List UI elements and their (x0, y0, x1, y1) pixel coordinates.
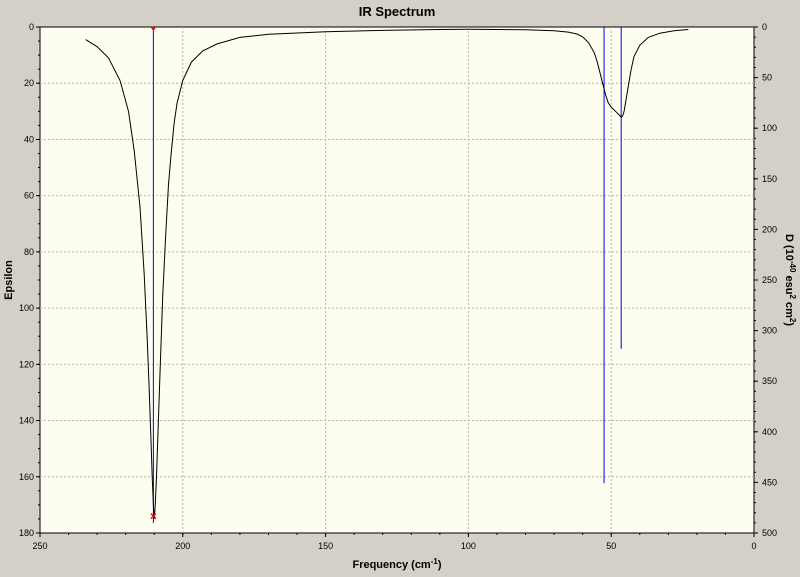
right-tick-label: 50 (762, 73, 772, 83)
left-tick-labels: 0 20 40 60 80 100 120 140 160 180 (19, 22, 34, 538)
x-tick-label: 200 (175, 541, 190, 551)
right-tick-label: 200 (762, 224, 777, 234)
right-tick-label: 150 (762, 174, 777, 184)
left-y-axis-label: Epsilon (3, 260, 15, 300)
right-tick-label: 350 (762, 376, 777, 386)
right-tick-label: 300 (762, 326, 777, 336)
right-tick-labels: 0 50 100 150 200 250 300 350 400 450 500 (762, 22, 777, 538)
x-axis-label: Frequency (cm-1) (352, 557, 441, 571)
right-tick-label: 400 (762, 427, 777, 437)
left-tick-label: 80 (24, 247, 34, 257)
left-tick-label: 20 (24, 78, 34, 88)
ir-spectrum-window: 250 200 150 100 50 0 0 20 40 60 80 100 120 140 160 180… (0, 0, 800, 577)
x-tick-labels: 250 200 150 100 50 0 (32, 541, 756, 551)
left-tick-label: 180 (19, 528, 34, 538)
plot-area (39, 26, 755, 534)
right-tick-label: 250 (762, 275, 777, 285)
x-tick-label: 0 (751, 541, 756, 551)
chart-title: IR Spectrum (359, 4, 436, 19)
left-tick-label: 160 (19, 472, 34, 482)
right-tick-label: 500 (762, 528, 777, 538)
left-tick-label: 0 (29, 22, 34, 32)
x-tick-label: 250 (32, 541, 47, 551)
left-tick-label: 120 (19, 359, 34, 369)
right-tick-label: 450 (762, 477, 777, 487)
ir-spectrum-chart: 250 200 150 100 50 0 020406080100120140160180… (3, 4, 797, 571)
left-tick-label: 100 (19, 303, 34, 313)
x-tick-label: 50 (606, 541, 616, 551)
left-tick-label: 40 (24, 134, 34, 144)
right-tick-label: 0 (762, 22, 767, 32)
right-tick-label: 100 (762, 123, 777, 133)
left-tick-label: 140 (19, 416, 34, 426)
right-y-axis-label: D (10-40 esu2 cm2) (783, 234, 797, 326)
left-tick-label: 60 (24, 191, 34, 201)
x-tick-label: 100 (461, 541, 476, 551)
x-tick-label: 150 (318, 541, 333, 551)
